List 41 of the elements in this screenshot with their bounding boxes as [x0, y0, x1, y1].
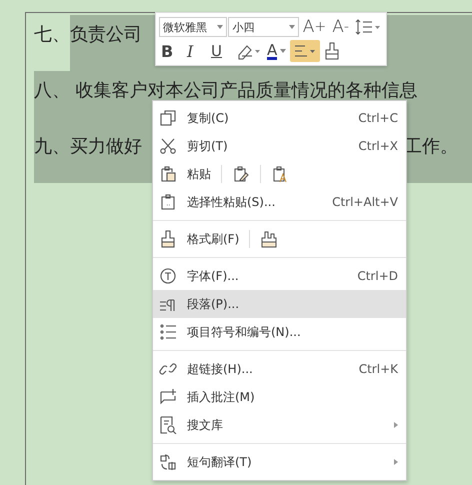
- brush-icon: [324, 42, 340, 60]
- list-icon: [159, 323, 177, 341]
- comment-icon: [159, 388, 177, 406]
- align-button[interactable]: [290, 40, 320, 62]
- menu-item[interactable]: 选择性粘贴(S)... Ctrl+Alt+V: [153, 188, 406, 216]
- menu-item[interactable]: 短句翻译(T): [153, 448, 406, 476]
- shortcut-text: Ctrl+X: [358, 139, 398, 153]
- caret-icon: [280, 49, 286, 53]
- menu-item[interactable]: 格式刷(F): [153, 225, 406, 253]
- underline-button[interactable]: U: [209, 40, 231, 62]
- brush-icon: [159, 230, 177, 248]
- menu-item[interactable]: 剪切(T) Ctrl+X: [153, 132, 406, 160]
- shortcut-text: Ctrl+C: [358, 111, 398, 125]
- document-search-icon: [159, 416, 177, 434]
- menu-item[interactable]: 插入批注(M): [153, 383, 406, 411]
- scissors-icon: [159, 137, 177, 155]
- shortcut-text: Ctrl+K: [358, 362, 398, 376]
- copy-icon: [159, 109, 177, 127]
- brush-icon[interactable]: [260, 230, 278, 248]
- clipboard-icon: [159, 165, 177, 183]
- bold-button[interactable]: B: [159, 40, 183, 62]
- font-color-button[interactable]: A: [265, 40, 288, 62]
- paste-format-icon[interactable]: [232, 165, 250, 183]
- letter-circle-icon: [159, 267, 177, 285]
- menu-item[interactable]: 超链接(H)... Ctrl+K: [153, 355, 406, 383]
- menu-item[interactable]: 段落(P)...: [153, 290, 406, 318]
- translate-icon: [159, 453, 177, 471]
- italic-button[interactable]: I: [185, 40, 207, 62]
- menu-item[interactable]: 字体(F)... Ctrl+D: [153, 262, 406, 290]
- size-select[interactable]: 小四: [228, 17, 299, 37]
- menu-item[interactable]: 项目符号和编号(N)...: [153, 318, 406, 346]
- menu-item[interactable]: 搜文库: [153, 411, 406, 439]
- shortcut-text: Ctrl+D: [357, 269, 398, 283]
- paste-text-icon[interactable]: [271, 165, 289, 183]
- clipboard-icon: [159, 193, 177, 211]
- caret-icon: [288, 25, 295, 29]
- caret-icon: [217, 25, 224, 29]
- line-spacing-icon: [355, 19, 381, 35]
- shortcut-text: Ctrl+Alt+V: [332, 195, 398, 209]
- font-select[interactable]: 微软雅黑: [159, 17, 228, 37]
- document-text: 七、: [34, 23, 70, 47]
